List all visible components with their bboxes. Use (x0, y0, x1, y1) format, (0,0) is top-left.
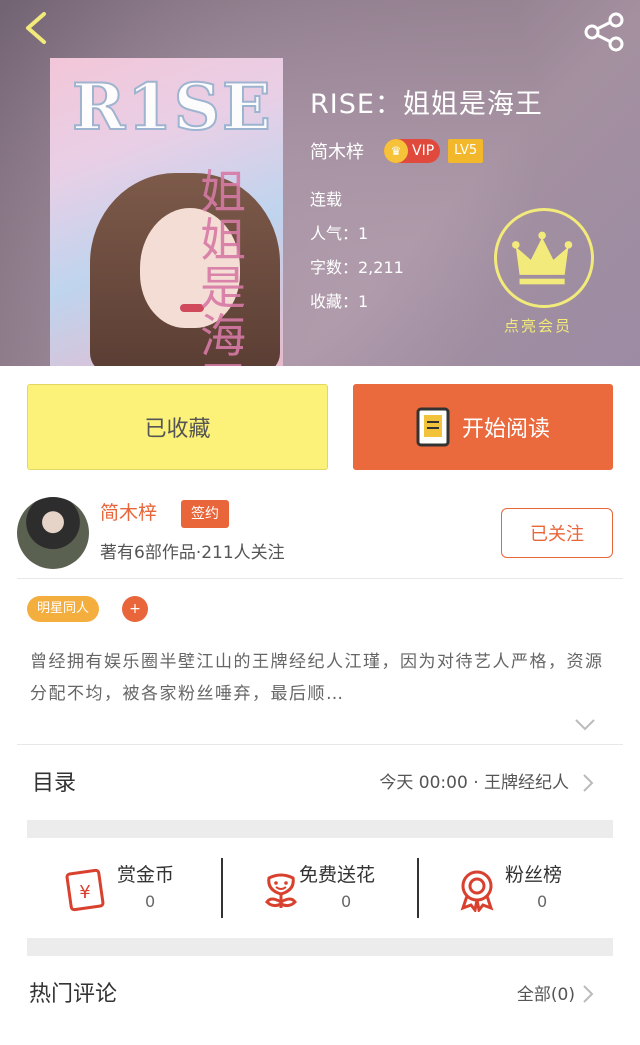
author-line: 简木梓 ♛ VIP LV5 (310, 138, 484, 164)
signed-badge: 签约 (181, 500, 229, 528)
chevron-right-icon (583, 774, 594, 792)
flower-icon (265, 873, 297, 908)
book-favorites: 收藏：1 (310, 292, 369, 311)
vip-crown-button[interactable] (494, 208, 594, 308)
collect-button[interactable]: 已收藏 (27, 384, 328, 470)
table-of-contents-row[interactable]: 目录 今天 00:00 · 王牌经纪人 (27, 745, 613, 819)
genre-tag[interactable]: 明星同人 (27, 596, 100, 622)
stat-value: 0 (537, 892, 548, 911)
book-header: R1SE 姐姐是海王 RISE：姐姐是海王 简木梓 ♛ VIP LV5 连载 人… (0, 0, 640, 366)
stat-fan-ranking[interactable]: 粉丝榜 0 (419, 838, 614, 938)
rank-medal-icon (460, 870, 494, 912)
share-icon[interactable] (580, 12, 628, 52)
all-comments-link[interactable]: 全部(0) (517, 980, 575, 1005)
toc-label: 目录 (32, 771, 77, 796)
cover-subtitle: 姐姐是海王 (200, 165, 246, 366)
book-word-count: 字数：2,211 (310, 258, 404, 277)
follow-button-label: 已关注 (530, 524, 584, 545)
crown-icon: ♛ (384, 139, 408, 163)
vip-badge-label: VIP (412, 143, 435, 159)
section-spacer (27, 938, 613, 956)
book-icon (416, 407, 450, 447)
stat-label: 免费送花 (299, 864, 376, 886)
book-popularity: 人气：1 (310, 224, 369, 243)
book-title: RISE：姐姐是海王 (310, 89, 543, 120)
coin-envelope-icon: ¥ (65, 868, 105, 912)
stat-value: 0 (145, 892, 156, 911)
level-badge: LV5 (448, 139, 484, 163)
book-summary[interactable]: 曾经拥有娱乐圈半壁江山的王牌经纪人江瑾，因为对待艺人严格，资源分配不均，被各家粉… (30, 646, 620, 710)
book-cover[interactable]: R1SE 姐姐是海王 (50, 58, 283, 366)
vip-cta-label[interactable]: 点亮会员 (504, 315, 572, 336)
chevron-right-icon (583, 985, 594, 1003)
author-name[interactable]: 简木梓 (100, 498, 157, 525)
cover-title: R1SE (71, 69, 273, 146)
section-spacer (27, 820, 613, 838)
chevron-down-icon[interactable] (574, 717, 596, 733)
author-works-info: 著有6部作品·211人关注 (100, 543, 285, 563)
start-reading-label: 开始阅读 (461, 417, 550, 442)
stat-value: 0 (341, 892, 352, 911)
header-author-name[interactable]: 简木梓 (310, 138, 364, 164)
large-crown-icon (512, 231, 573, 285)
vip-badge: ♛ VIP (384, 139, 441, 163)
collect-button-label: 已收藏 (144, 417, 211, 442)
stat-free-flowers[interactable]: 免费送花 0 (223, 838, 418, 938)
hot-comments-label: 热门评论 (29, 982, 118, 1007)
author-avatar[interactable] (17, 497, 89, 569)
stat-label: 粉丝榜 (505, 864, 563, 886)
latest-chapter: 今天 00:00 · 王牌经纪人 (379, 773, 569, 793)
add-tag-button[interactable]: + (122, 596, 148, 622)
reward-stats: ¥ 赏金币 0 免费送花 0 粉丝榜 0 (27, 838, 613, 938)
svg-text:¥: ¥ (79, 882, 90, 903)
book-meta: 连载 人气：1 字数：2,211 收藏：1 (310, 183, 404, 319)
start-reading-button[interactable]: 开始阅读 (353, 384, 613, 470)
follow-button[interactable]: 已关注 (501, 508, 613, 558)
stat-reward-coins[interactable]: ¥ 赏金币 0 (27, 838, 222, 938)
hot-comments-row[interactable]: 热门评论 全部(0) (27, 960, 613, 1030)
divider (17, 578, 623, 579)
stat-label: 赏金币 (117, 864, 175, 886)
book-status: 连载 (310, 190, 343, 209)
back-arrow-icon[interactable] (18, 8, 58, 48)
